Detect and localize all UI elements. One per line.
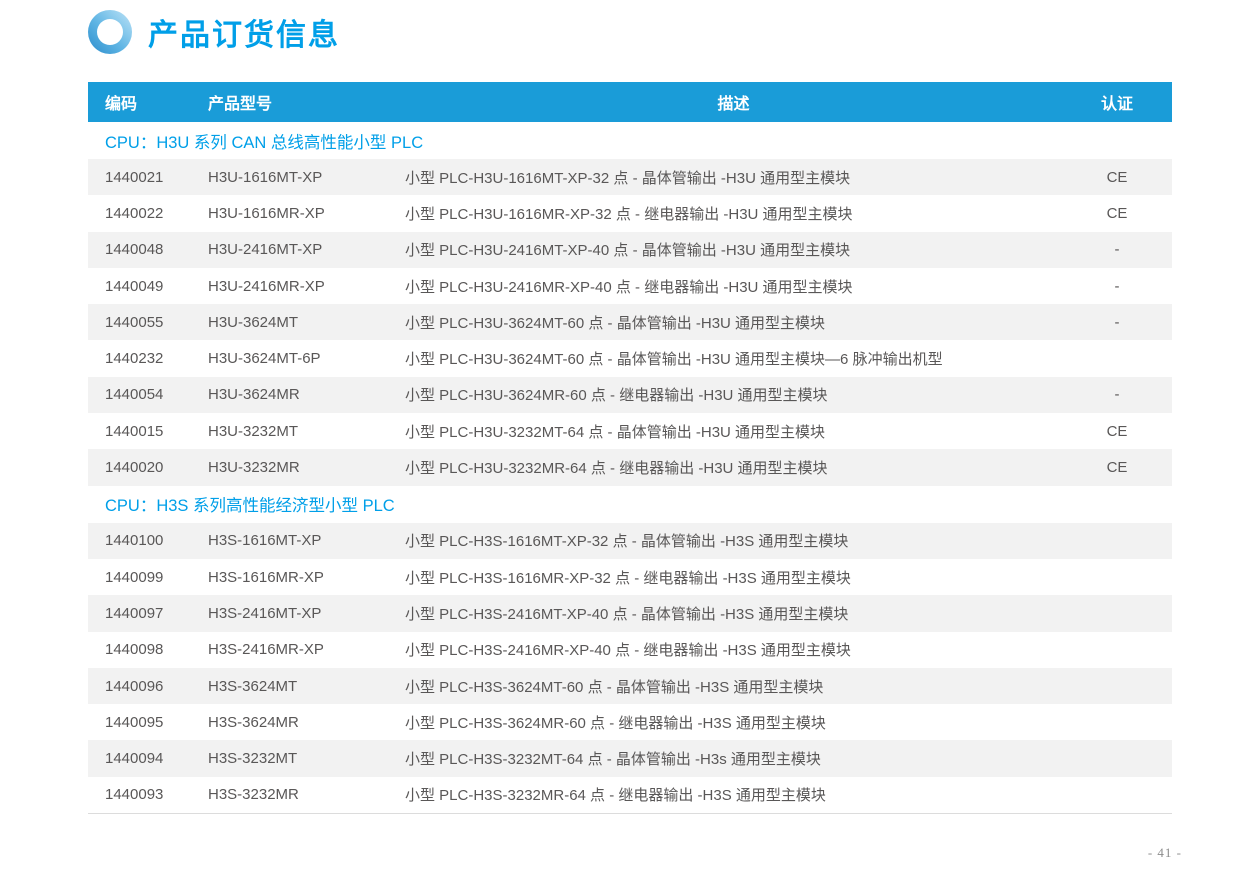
table-row: 1440094H3S-3232MT小型 PLC-H3S-3232MT-64 点 … xyxy=(88,740,1172,776)
table-row: 1440055H3U-3624MT小型 PLC-H3U-3624MT-60 点 … xyxy=(88,304,1172,340)
section-header: CPU：H3U 系列 CAN 总线高性能小型 PLC xyxy=(88,122,1172,159)
table-row: 1440099H3S-1616MR-XP小型 PLC-H3S-1616MR-XP… xyxy=(88,559,1172,595)
cell-model: H3U-3232MR xyxy=(208,459,405,476)
ring-icon xyxy=(88,10,132,54)
cell-cert: - xyxy=(1062,241,1172,258)
table-row: 1440020H3U-3232MR小型 PLC-H3U-3232MR-64 点 … xyxy=(88,449,1172,485)
cell-model: H3S-1616MR-XP xyxy=(208,569,405,586)
cell-desc: 小型 PLC-H3S-1616MR-XP-32 点 - 继电器输出 -H3S 通… xyxy=(405,567,1062,588)
cell-desc: 小型 PLC-H3S-3624MT-60 点 - 晶体管输出 -H3S 通用型主… xyxy=(405,676,1062,697)
cell-model: H3U-1616MT-XP xyxy=(208,169,405,186)
table-row: 1440097H3S-2416MT-XP小型 PLC-H3S-2416MT-XP… xyxy=(88,595,1172,631)
cell-code: 1440232 xyxy=(88,350,208,367)
cell-code: 1440095 xyxy=(88,714,208,731)
cell-code: 1440093 xyxy=(88,786,208,803)
page-header: 产品订货信息 xyxy=(88,10,340,54)
cell-model: H3S-1616MT-XP xyxy=(208,532,405,549)
cell-desc: 小型 PLC-H3S-3624MR-60 点 - 继电器输出 -H3S 通用型主… xyxy=(405,712,1062,733)
cell-desc: 小型 PLC-H3U-3624MT-60 点 - 晶体管输出 -H3U 通用型主… xyxy=(405,312,1062,333)
cell-desc: 小型 PLC-H3U-3232MR-64 点 - 继电器输出 -H3U 通用型主… xyxy=(405,457,1062,478)
cell-code: 1440020 xyxy=(88,459,208,476)
catalog-page: 产品订货信息 编码 产品型号 描述 认证 CPU：H3U 系列 CAN 总线高性… xyxy=(0,0,1260,880)
cell-model: H3U-3232MT xyxy=(208,423,405,440)
cell-desc: 小型 PLC-H3S-1616MT-XP-32 点 - 晶体管输出 -H3S 通… xyxy=(405,530,1062,551)
cell-desc: 小型 PLC-H3U-2416MT-XP-40 点 - 晶体管输出 -H3U 通… xyxy=(405,239,1062,260)
cell-desc: 小型 PLC-H3U-3624MT-60 点 - 晶体管输出 -H3U 通用型主… xyxy=(405,348,1062,369)
cell-code: 1440094 xyxy=(88,750,208,767)
cell-model: H3U-3624MT xyxy=(208,314,405,331)
table-row: 1440054H3U-3624MR小型 PLC-H3U-3624MR-60 点 … xyxy=(88,377,1172,413)
table-row: 1440095H3S-3624MR小型 PLC-H3S-3624MR-60 点 … xyxy=(88,704,1172,740)
cell-desc: 小型 PLC-H3S-3232MT-64 点 - 晶体管输出 -H3s 通用型主… xyxy=(405,748,1062,769)
cell-code: 1440021 xyxy=(88,169,208,186)
column-header-model: 产品型号 xyxy=(208,90,405,114)
table-header-row: 编码 产品型号 描述 认证 xyxy=(88,82,1172,122)
cell-desc: 小型 PLC-H3S-2416MR-XP-40 点 - 继电器输出 -H3S 通… xyxy=(405,639,1062,660)
cell-code: 1440054 xyxy=(88,386,208,403)
cell-cert: CE xyxy=(1062,459,1172,476)
cell-desc: 小型 PLC-H3U-2416MR-XP-40 点 - 继电器输出 -H3U 通… xyxy=(405,276,1062,297)
cell-cert: CE xyxy=(1062,169,1172,186)
product-order-table: 编码 产品型号 描述 认证 CPU：H3U 系列 CAN 总线高性能小型 PLC… xyxy=(88,82,1172,814)
cell-code: 1440096 xyxy=(88,678,208,695)
cell-model: H3U-3624MR xyxy=(208,386,405,403)
table-row: 1440048H3U-2416MT-XP小型 PLC-H3U-2416MT-XP… xyxy=(88,232,1172,268)
cell-model: H3S-3624MT xyxy=(208,678,405,695)
cell-code: 1440015 xyxy=(88,423,208,440)
cell-desc: 小型 PLC-H3U-1616MR-XP-32 点 - 继电器输出 -H3U 通… xyxy=(405,203,1062,224)
table-row: 1440100H3S-1616MT-XP小型 PLC-H3S-1616MT-XP… xyxy=(88,523,1172,559)
column-header-certification: 认证 xyxy=(1062,90,1172,114)
cell-desc: 小型 PLC-H3U-1616MT-XP-32 点 - 晶体管输出 -H3U 通… xyxy=(405,167,1062,188)
table-row: 1440021H3U-1616MT-XP小型 PLC-H3U-1616MT-XP… xyxy=(88,159,1172,195)
cell-code: 1440055 xyxy=(88,314,208,331)
page-title: 产品订货信息 xyxy=(148,10,340,54)
cell-code: 1440022 xyxy=(88,205,208,222)
table-body: CPU：H3U 系列 CAN 总线高性能小型 PLC1440021H3U-161… xyxy=(88,122,1172,814)
cell-model: H3U-2416MT-XP xyxy=(208,241,405,258)
cell-desc: 小型 PLC-H3S-3232MR-64 点 - 继电器输出 -H3S 通用型主… xyxy=(405,784,1062,805)
column-header-code: 编码 xyxy=(88,90,208,114)
cell-code: 1440099 xyxy=(88,569,208,586)
cell-model: H3S-2416MT-XP xyxy=(208,605,405,622)
cell-cert: - xyxy=(1062,314,1172,331)
section-header: CPU：H3S 系列高性能经济型小型 PLC xyxy=(88,486,1172,523)
table-row: 1440098H3S-2416MR-XP小型 PLC-H3S-2416MR-XP… xyxy=(88,632,1172,668)
table-row: 1440232H3U-3624MT-6P小型 PLC-H3U-3624MT-60… xyxy=(88,340,1172,376)
cell-cert: CE xyxy=(1062,205,1172,222)
cell-code: 1440098 xyxy=(88,641,208,658)
table-row: 1440096H3S-3624MT小型 PLC-H3S-3624MT-60 点 … xyxy=(88,668,1172,704)
cell-cert: - xyxy=(1062,386,1172,403)
cell-model: H3U-1616MR-XP xyxy=(208,205,405,222)
table-row: 1440022H3U-1616MR-XP小型 PLC-H3U-1616MR-XP… xyxy=(88,195,1172,231)
cell-model: H3S-3232MR xyxy=(208,786,405,803)
table-row: 1440093H3S-3232MR小型 PLC-H3S-3232MR-64 点 … xyxy=(88,777,1172,813)
cell-desc: 小型 PLC-H3S-2416MT-XP-40 点 - 晶体管输出 -H3S 通… xyxy=(405,603,1062,624)
cell-model: H3S-2416MR-XP xyxy=(208,641,405,658)
cell-code: 1440100 xyxy=(88,532,208,549)
cell-cert: - xyxy=(1062,278,1172,295)
column-header-description: 描述 xyxy=(405,90,1062,114)
table-row: 1440015H3U-3232MT小型 PLC-H3U-3232MT-64 点 … xyxy=(88,413,1172,449)
cell-code: 1440048 xyxy=(88,241,208,258)
cell-code: 1440097 xyxy=(88,605,208,622)
cell-model: H3U-3624MT-6P xyxy=(208,350,405,367)
cell-model: H3U-2416MR-XP xyxy=(208,278,405,295)
cell-desc: 小型 PLC-H3U-3232MT-64 点 - 晶体管输出 -H3U 通用型主… xyxy=(405,421,1062,442)
cell-cert: CE xyxy=(1062,423,1172,440)
cell-model: H3S-3624MR xyxy=(208,714,405,731)
cell-desc: 小型 PLC-H3U-3624MR-60 点 - 继电器输出 -H3U 通用型主… xyxy=(405,384,1062,405)
cell-code: 1440049 xyxy=(88,278,208,295)
cell-model: H3S-3232MT xyxy=(208,750,405,767)
table-row: 1440049H3U-2416MR-XP小型 PLC-H3U-2416MR-XP… xyxy=(88,268,1172,304)
page-number: - 41 - xyxy=(1148,845,1182,861)
